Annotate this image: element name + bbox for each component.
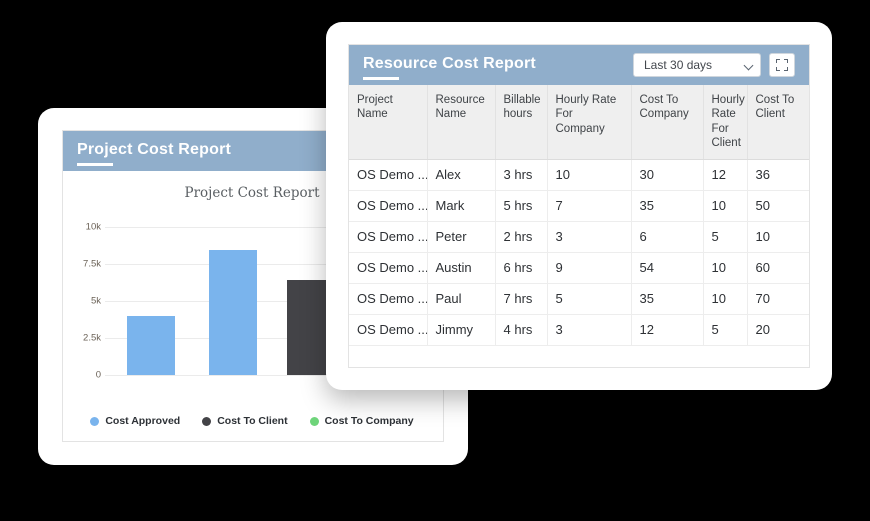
table-row[interactable]: OS Demo ... Mark 5 hrs 7 35 10 50 (349, 190, 809, 222)
legend-item-cost-to-company[interactable]: Cost To Company (309, 415, 414, 427)
cell-rate-client: 10 (703, 190, 748, 222)
fullscreen-button[interactable] (769, 53, 795, 77)
bar-cost-approved-1[interactable] (127, 316, 175, 375)
cell-billable: 3 hrs (495, 159, 548, 191)
cell-project-name: OS Demo ... (349, 314, 428, 346)
date-range-value: Last 30 days (644, 58, 713, 72)
cell-cost-client: 10 (747, 221, 809, 253)
table-footer-cell (349, 345, 809, 367)
legend-dot-icon (309, 416, 319, 426)
cell-billable: 2 hrs (495, 221, 548, 253)
cell-cost-client: 50 (747, 190, 809, 222)
cell-project-name: OS Demo ... (349, 221, 428, 253)
resource-cost-report-title: Resource Cost Report (363, 55, 536, 80)
cell-resource-name: Austin (427, 252, 496, 284)
cell-resource-name: Mark (427, 190, 496, 222)
cell-project-name: OS Demo ... (349, 283, 428, 315)
legend-label: Cost Approved (105, 415, 181, 427)
table-row[interactable]: OS Demo ... Jimmy 4 hrs 3 12 5 20 (349, 314, 809, 346)
legend-label: Cost To Company (324, 415, 414, 427)
table-body: OS Demo ... Alex 3 hrs 10 30 12 36 OS De… (349, 159, 809, 367)
chevron-down-icon (745, 61, 754, 70)
cell-project-name: OS Demo ... (349, 159, 428, 191)
header-tools: Last 30 days (633, 53, 795, 77)
cell-project-name: OS Demo ... (349, 252, 428, 284)
screenshot-root: Project Cost Report Project Cost Report … (0, 0, 870, 521)
cell-cost-company: 12 (631, 314, 704, 346)
cell-project-name: OS Demo ... (349, 190, 428, 222)
table-row[interactable]: OS Demo ... Austin 6 hrs 9 54 10 60 (349, 252, 809, 284)
table-footer-row (349, 345, 809, 367)
y-tick-label: 5k (90, 295, 101, 307)
cell-rate-client: 12 (703, 159, 748, 191)
cell-rate-company: 9 (547, 252, 632, 284)
cell-rate-company: 5 (547, 283, 632, 315)
column-header-project-name[interactable]: Project Name (349, 85, 428, 160)
y-tick-label: 0 (95, 369, 101, 381)
cell-cost-client: 36 (747, 159, 809, 191)
cell-billable: 4 hrs (495, 314, 548, 346)
resource-cost-table: Project Name Resource Name Billable hour… (349, 85, 809, 367)
y-tick-label: 10k (85, 221, 101, 233)
legend-item-cost-approved[interactable]: Cost Approved (90, 415, 180, 427)
column-header-resource-name[interactable]: Resource Name (427, 85, 496, 160)
cell-resource-name: Jimmy (427, 314, 496, 346)
bar-cost-approved-2[interactable] (209, 250, 257, 375)
cell-cost-client: 20 (747, 314, 809, 346)
cell-billable: 6 hrs (495, 252, 548, 284)
cell-rate-client: 10 (703, 283, 748, 315)
y-tick-label: 2.5k (83, 332, 101, 344)
cell-resource-name: Alex (427, 159, 496, 191)
legend-dot-icon (202, 416, 212, 426)
legend-label: Cost To Client (217, 415, 288, 427)
date-range-select[interactable]: Last 30 days (633, 53, 761, 77)
cell-cost-company: 54 (631, 252, 704, 284)
legend-item-cost-to-client[interactable]: Cost To Client (202, 415, 288, 427)
cell-rate-company: 7 (547, 190, 632, 222)
cell-cost-company: 30 (631, 159, 704, 191)
column-header-billable-hours[interactable]: Billable hours (495, 85, 548, 160)
project-cost-report-title: Project Cost Report (77, 141, 231, 166)
legend-dot-icon (90, 416, 100, 426)
cell-cost-client: 60 (747, 252, 809, 284)
table-row[interactable]: OS Demo ... Peter 2 hrs 3 6 5 10 (349, 221, 809, 253)
cell-cost-company: 35 (631, 283, 704, 315)
cell-rate-company: 3 (547, 221, 632, 253)
cell-cost-company: 6 (631, 221, 704, 253)
column-header-cost-to-client[interactable]: Cost To Client (747, 85, 809, 160)
chart-legend: Cost Approved Cost To Client Cost To Com… (71, 415, 433, 427)
cell-rate-company: 10 (547, 159, 632, 191)
cell-billable: 7 hrs (495, 283, 548, 315)
resource-cost-report-panel: Resource Cost Report Last 30 days Projec… (348, 44, 810, 368)
y-tick-label: 7.5k (83, 258, 101, 270)
column-header-hourly-rate-client[interactable]: Hourly Rate For Client (703, 85, 748, 160)
cell-cost-client: 70 (747, 283, 809, 315)
cell-billable: 5 hrs (495, 190, 548, 222)
cell-rate-client: 5 (703, 221, 748, 253)
cell-rate-client: 5 (703, 314, 748, 346)
resource-cost-report-header: Resource Cost Report Last 30 days (349, 45, 809, 85)
cell-resource-name: Paul (427, 283, 496, 315)
cell-cost-company: 35 (631, 190, 704, 222)
cell-resource-name: Peter (427, 221, 496, 253)
fullscreen-icon (776, 59, 788, 71)
cell-rate-company: 3 (547, 314, 632, 346)
table-header-row: Project Name Resource Name Billable hour… (349, 85, 809, 160)
resource-cost-report-card: Resource Cost Report Last 30 days Projec… (326, 22, 832, 390)
table-row[interactable]: OS Demo ... Paul 7 hrs 5 35 10 70 (349, 283, 809, 315)
column-header-hourly-rate-company[interactable]: Hourly Rate For Company (547, 85, 632, 160)
table-row[interactable]: OS Demo ... Alex 3 hrs 10 30 12 36 (349, 159, 809, 191)
column-header-cost-to-company[interactable]: Cost To Company (631, 85, 704, 160)
cell-rate-client: 10 (703, 252, 748, 284)
